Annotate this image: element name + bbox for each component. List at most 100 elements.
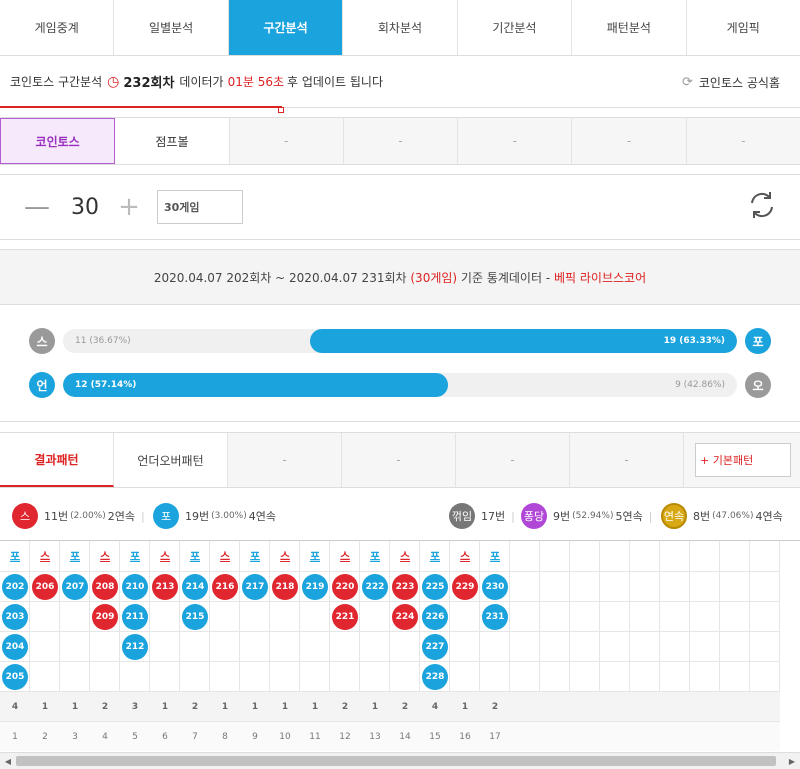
grid-cell: 230 — [480, 571, 510, 601]
pattern-tab-empty: - — [570, 433, 684, 487]
round-ball: 218 — [272, 574, 298, 600]
column-result-po[interactable]: 포 — [60, 541, 90, 571]
column-index — [690, 721, 720, 751]
column-index: 16 — [450, 721, 480, 751]
increase-button[interactable]: + — [114, 192, 144, 222]
column-result-s[interactable]: 스 — [30, 541, 60, 571]
nav-tab-period-analysis[interactable]: 기간분석 — [458, 0, 573, 55]
nav-tab-pattern-analysis[interactable]: 패턴분석 — [572, 0, 687, 55]
arrow-left-icon[interactable]: ◀ — [1, 755, 15, 767]
grid-cell — [300, 661, 330, 691]
column-count: 1 — [30, 691, 60, 721]
column-result-po[interactable]: 포 — [300, 541, 330, 571]
games-select[interactable]: 30게임 — [157, 190, 243, 224]
nav-tab-round-analysis[interactable]: 회차분석 — [343, 0, 458, 55]
grid-cell — [360, 661, 390, 691]
column-result-po[interactable]: 포 — [180, 541, 210, 571]
round-ball: 224 — [392, 604, 418, 630]
column-result-po[interactable]: 포 — [480, 541, 510, 571]
grid-cell — [540, 631, 570, 661]
grid-cell — [480, 661, 510, 691]
nav-tab-daily-analysis[interactable]: 일별분석 — [114, 0, 229, 55]
legend-s-count: 11번 — [44, 510, 69, 523]
tab-result-pattern[interactable]: 결과패턴 — [0, 433, 114, 487]
grid-cell — [570, 661, 600, 691]
legend-s-streak: 2연속 — [107, 510, 135, 523]
nav-tab-game-relay[interactable]: 게임중계 — [0, 0, 115, 55]
grid-cell — [720, 661, 750, 691]
column-result-s[interactable]: 스 — [90, 541, 120, 571]
column-index: 13 — [360, 721, 390, 751]
column-result-po[interactable]: 포 — [240, 541, 270, 571]
column-index — [540, 721, 570, 751]
round-ball: 223 — [392, 574, 418, 600]
column-index: 14 — [390, 721, 420, 751]
update-timer: 01분 56초 — [227, 75, 285, 89]
column-result-s[interactable]: 스 — [330, 541, 360, 571]
column-result-s[interactable]: 스 — [150, 541, 180, 571]
column-count — [510, 691, 540, 721]
grid-column — [690, 541, 720, 751]
official-home-link[interactable]: ⟳ 코인토스 공식홈 — [682, 74, 780, 91]
legend-po-pct: (3.00%) — [211, 511, 247, 521]
column-result-s[interactable]: 스 — [270, 541, 300, 571]
scrollbar-thumb[interactable] — [16, 756, 776, 766]
grid-cell — [450, 631, 480, 661]
column-count: 2 — [330, 691, 360, 721]
grid-cell — [540, 661, 570, 691]
column-count — [630, 691, 660, 721]
tab-under-over-pattern[interactable]: 언더오버패턴 — [114, 433, 228, 487]
column-result-po[interactable]: 포 — [420, 541, 450, 571]
grid-cell: 203 — [0, 601, 30, 631]
grid-cell — [660, 571, 690, 601]
column-index — [630, 721, 660, 751]
game-tab-empty: - — [572, 118, 687, 164]
grid-column: 스 208 209 2 4 — [90, 541, 120, 751]
refresh-icon[interactable] — [746, 189, 778, 221]
grid-cell — [60, 601, 90, 631]
ratio-right-text: 19 (63.33%) — [663, 336, 725, 346]
column-count — [750, 691, 780, 721]
grid-cell — [510, 661, 540, 691]
grid-cell: 223 — [390, 571, 420, 601]
nav-tab-section-analysis[interactable]: 구간분석 — [228, 0, 344, 55]
grid-column — [660, 541, 690, 751]
badge-over: 오 — [745, 372, 771, 398]
nav-tab-game-pick[interactable]: 게임픽 — [687, 0, 800, 55]
arrow-right-icon[interactable]: ▶ — [785, 755, 799, 767]
column-result-po[interactable]: 포 — [0, 541, 30, 571]
column-index: 11 — [300, 721, 330, 751]
column-result-s[interactable]: 스 — [210, 541, 240, 571]
legend-break: 꺾임 17번 | — [449, 503, 515, 529]
decrease-button[interactable]: — — [22, 192, 52, 222]
grid-cell: 214 — [180, 571, 210, 601]
grid-column — [510, 541, 540, 751]
grid-cell — [510, 601, 540, 631]
stats-brand: 베픽 라이브스코어 — [554, 270, 647, 285]
column-result-po[interactable]: 포 — [120, 541, 150, 571]
legend-s-badge: 스 — [12, 503, 38, 529]
column-result-po[interactable]: 포 — [360, 541, 390, 571]
grid-cell — [720, 571, 750, 601]
grid-cell — [690, 571, 720, 601]
grid-cell: 202 — [0, 571, 30, 601]
grid-cell: 220 — [330, 571, 360, 601]
legend-po-badge: 포 — [153, 503, 179, 529]
grid-cell: 227 — [420, 631, 450, 661]
column-index — [600, 721, 630, 751]
horizontal-scrollbar[interactable]: ◀ ▶ — [0, 752, 800, 769]
statistics-panel: 2020.04.07 202회차 ~ 2020.04.07 231회차 (30게… — [0, 249, 800, 422]
column-result-s[interactable]: 스 — [390, 541, 420, 571]
round-ball: 217 — [242, 574, 268, 600]
pattern-grid: 포 202 203 204 205 4 1 스 206 1 2 포 207 1 3 스 208 209 2 4 포 210… — [0, 540, 800, 751]
grid-cell — [90, 631, 120, 661]
column-index — [750, 721, 780, 751]
basic-pattern-button[interactable]: + 기본패턴 — [695, 443, 791, 477]
grid-column: 포 210 211 212 3 5 — [120, 541, 150, 751]
grid-cell — [450, 661, 480, 691]
game-tab-cointoss[interactable]: 코인토스 — [0, 118, 116, 164]
game-tab-jumpball[interactable]: 점프볼 — [115, 118, 230, 164]
ratio-track: 12 (57.14%) 9 (42.86%) — [63, 373, 737, 397]
grid-cell — [210, 631, 240, 661]
column-result-s[interactable]: 스 — [450, 541, 480, 571]
